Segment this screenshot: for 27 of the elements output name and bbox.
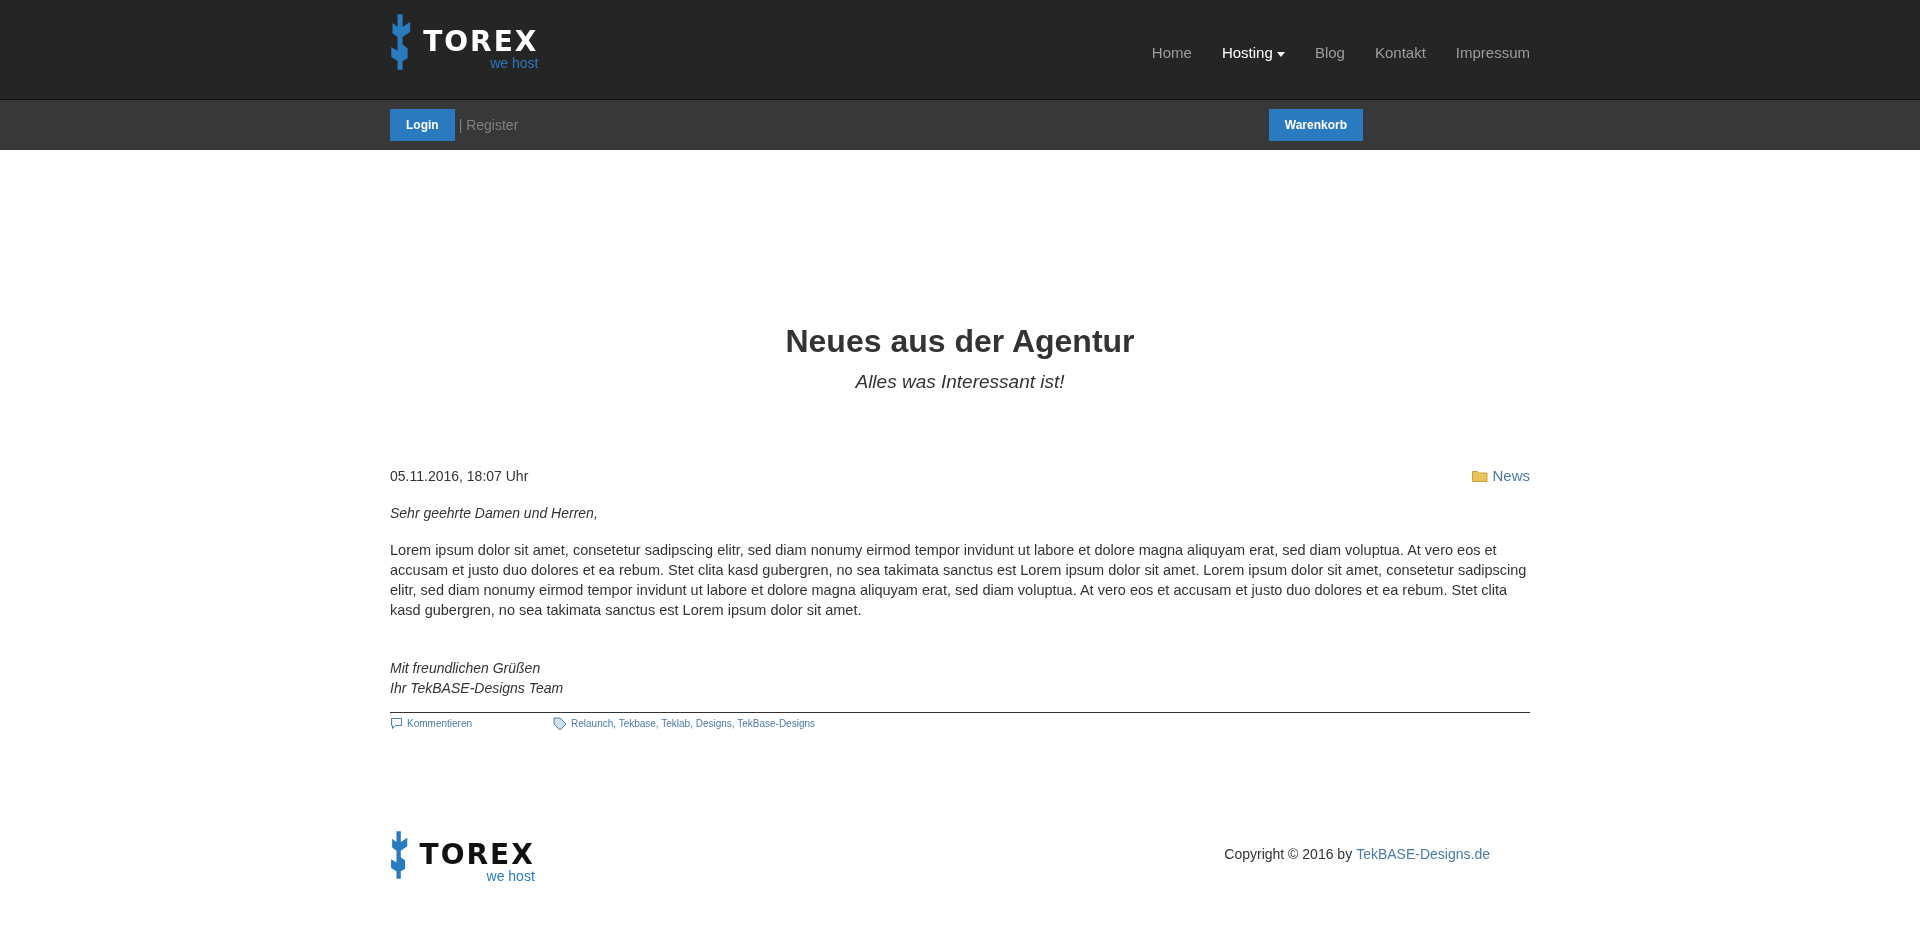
logo-wordmark: TOREX xyxy=(419,841,535,870)
register-link[interactable]: | Register xyxy=(458,114,519,136)
greeting-text: Sehr geehrte Damen und Herren, xyxy=(390,504,599,524)
category-link[interactable]: News xyxy=(1492,464,1530,488)
nav-link[interactable]: Kontakt xyxy=(1359,42,1441,65)
copyright-text: Copyright © 2016 by xyxy=(1224,844,1353,864)
logo-wordmark: TOREX xyxy=(423,28,539,56)
nav-link[interactable]: Impressum xyxy=(1440,42,1545,65)
post-date: 05.11.2016, 18:07 Uhr xyxy=(390,466,529,486)
closing-line: Ihr TekBASE-Designs Team xyxy=(390,679,565,699)
speech-bubble-icon xyxy=(390,717,403,730)
post-body: Lorem ipsum dolor sit amet, consetetur sadipscing elitr, sed diam nonumy eirmod tempor invidunt ut labore et dolore magna aliquyam erat, sed diam voluptua. At vero eos et accusam et justo duo dolores et ea rebum. Stet clita kasd gubergren, no sea takimata sanctus est Lorem ipsum dolor sit amet. Lorem ipsum dolor sit amet, consetetur sadipscing elitr, sed diam nonumy eirmod tempor invidunt ut labore et dolore magna aliquyam erat, sed diam voluptua. At vero eos et accusam et justo duo dolores et ea rebum. Stet clita kasd gubergren, no sea takimata sanctus est Lorem ipsum dolor sit amet. xyxy=(390,541,1528,621)
logo-tagline: we host xyxy=(490,56,539,70)
tag-icon xyxy=(553,716,567,731)
nav-link[interactable]: Hosting xyxy=(1206,42,1300,65)
page-title: Neues aus der Agentur xyxy=(785,322,1135,361)
comment-link[interactable]: Kommentieren xyxy=(407,716,553,732)
cart-button[interactable]: Warenkorb xyxy=(1268,109,1363,141)
page-subtitle: Alles was Interessant ist! xyxy=(855,371,1065,393)
copyright-link[interactable]: TekBASE-Designs.de xyxy=(1356,843,1490,865)
folder-icon xyxy=(1472,470,1489,483)
closing-line: Mit freundlichen Grüßen xyxy=(390,659,542,679)
nav-link[interactable]: Blog xyxy=(1299,42,1360,65)
login-button[interactable]: Login xyxy=(390,109,455,141)
logo-tagline: we host xyxy=(486,869,535,884)
tags-link[interactable]: Relaunch, Tekbase, Teklab, Designs, TekBase-Designs xyxy=(571,716,816,732)
nav-link[interactable]: Home xyxy=(1136,42,1207,65)
